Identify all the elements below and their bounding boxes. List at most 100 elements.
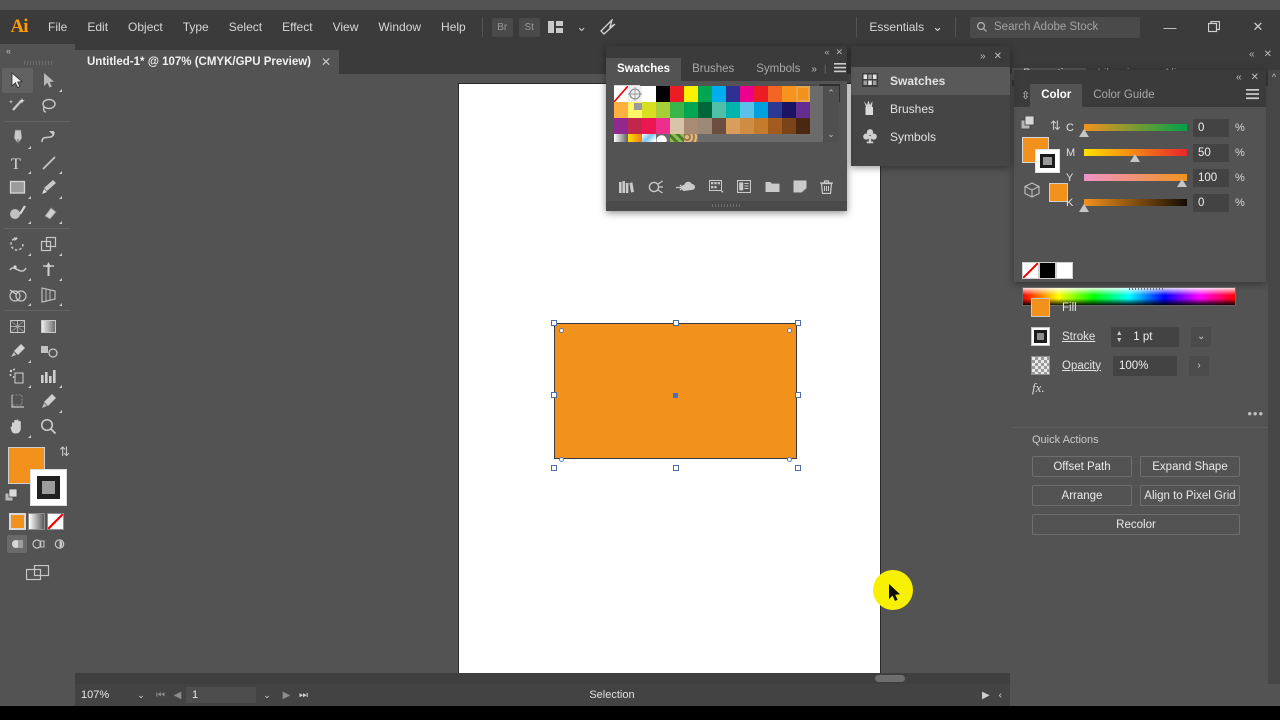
draw-behind-mode[interactable] — [28, 535, 48, 553]
swatch-cell[interactable] — [684, 118, 698, 134]
tab-swatches[interactable]: Swatches — [606, 58, 681, 81]
scroll-up-icon[interactable]: ⌃ — [827, 88, 835, 99]
stroke-weight-stepper[interactable]: ▲▼ 1 pt — [1111, 327, 1179, 347]
tool-perspective-grid[interactable] — [33, 282, 64, 307]
fill-stroke-toggle-icon[interactable] — [1021, 116, 1036, 135]
swatches-scrollbar[interactable]: ⌃ ⌄ — [823, 86, 839, 142]
menu-view[interactable]: View — [323, 10, 369, 44]
swatch-cell[interactable] — [782, 86, 796, 102]
document-tab[interactable]: Untitled-1* @ 107% (CMYK/GPU Preview) ✕ — [75, 50, 339, 74]
menu-type[interactable]: Type — [173, 10, 219, 44]
delete-swatch-icon[interactable] — [820, 180, 833, 199]
dock-close-icon[interactable]: ✕ — [994, 51, 1002, 62]
minimize-button[interactable]: — — [1148, 10, 1192, 44]
tool-magic-wand[interactable] — [2, 93, 33, 118]
panel-menu-icon[interactable] — [1246, 89, 1259, 103]
zoom-level[interactable]: 107% — [75, 689, 130, 701]
toolbar-collapse-button[interactable]: « — [0, 44, 75, 58]
swatch-cell[interactable] — [768, 86, 782, 102]
anchor-top-right[interactable] — [787, 328, 792, 333]
prev-artboard-button[interactable]: ◀ — [169, 690, 186, 701]
opacity-checker-icon[interactable] — [1031, 356, 1050, 375]
swatch-options-icon[interactable] — [737, 180, 751, 198]
dock-expand-icon[interactable]: » — [980, 51, 986, 62]
slider-value-c[interactable]: 0 — [1193, 119, 1229, 137]
panel-dock-icon[interactable]: ⇳ — [1014, 89, 1030, 102]
handle-bottom-left[interactable] — [551, 465, 557, 471]
tool-free-transform[interactable] — [33, 257, 64, 282]
swatch-cell[interactable] — [726, 118, 740, 134]
color-fill-mode[interactable] — [9, 513, 26, 530]
tool-rotate[interactable] — [2, 232, 33, 257]
slider-value-y[interactable]: 100 — [1193, 169, 1229, 187]
change-screen-mode-icon[interactable] — [0, 565, 75, 582]
tab-color-guide[interactable]: Color Guide — [1082, 84, 1165, 107]
menu-select[interactable]: Select — [219, 10, 272, 44]
swatch-cell[interactable] — [712, 118, 726, 134]
tool-eraser[interactable] — [33, 200, 64, 225]
offset-path-button[interactable]: Offset Path — [1032, 456, 1132, 477]
align-to-pixel-grid-button[interactable]: Align to Pixel Grid — [1140, 485, 1240, 506]
swatch-cell[interactable] — [796, 102, 810, 118]
stroke-color-swatch[interactable] — [1031, 327, 1050, 346]
search-adobe-stock-input[interactable]: Search Adobe Stock — [970, 17, 1140, 38]
swatch-cell[interactable] — [768, 118, 782, 134]
slider-track-k[interactable] — [1084, 198, 1187, 207]
none-swatch[interactable] — [1022, 262, 1039, 279]
default-fill-stroke-icon[interactable] — [5, 489, 19, 508]
properties-collapse-icon[interactable]: « — [1249, 49, 1255, 60]
tool-column-graph[interactable] — [33, 364, 64, 389]
workspace-switcher[interactable]: Essentials ⌄ — [863, 19, 949, 35]
close-icon[interactable]: ✕ — [321, 55, 331, 69]
swatch-cell[interactable] — [628, 86, 642, 102]
swatches-resize-grip[interactable] — [606, 201, 847, 211]
white-swatch[interactable] — [1056, 262, 1073, 279]
swatches-close-icon[interactable]: ✕ — [835, 47, 843, 58]
last-artboard-button[interactable]: ⏭ — [295, 690, 312, 701]
tool-pen[interactable] — [2, 125, 33, 150]
swatches-titlebar[interactable]: « ✕ — [606, 46, 847, 58]
swatch-cell[interactable] — [754, 118, 768, 134]
swatch-cell[interactable] — [614, 134, 628, 142]
opacity-value[interactable]: 100% — [1113, 356, 1177, 376]
swatch-cell[interactable] — [642, 118, 656, 134]
tool-gradient[interactable] — [33, 314, 64, 339]
swatch-cell[interactable] — [754, 86, 768, 102]
dock-item-brushes[interactable]: Brushes — [851, 95, 1010, 123]
new-color-group-icon[interactable] — [765, 180, 780, 198]
tool-line-segment[interactable] — [33, 150, 64, 175]
tool-shaper[interactable] — [2, 200, 33, 225]
horizontal-scroll-thumb[interactable] — [875, 675, 905, 682]
swatch-cell[interactable] — [670, 118, 684, 134]
toolbar-grip[interactable] — [0, 58, 75, 68]
swatch-cell[interactable] — [614, 102, 628, 118]
tool-eyedropper[interactable] — [2, 339, 33, 364]
tool-mesh[interactable] — [2, 314, 33, 339]
tool-width[interactable] — [2, 257, 33, 282]
swatch-cell[interactable] — [698, 118, 712, 134]
swatch-cell[interactable] — [684, 134, 698, 142]
stroke-label[interactable]: Stroke — [1062, 331, 1095, 343]
opacity-options-icon[interactable]: › — [1189, 356, 1209, 376]
cube-icon[interactable] — [1024, 182, 1040, 203]
swatch-libraries-icon[interactable] — [619, 180, 635, 199]
tool-hand[interactable] — [2, 414, 33, 439]
swatch-cell[interactable] — [782, 102, 796, 118]
swatch-cell[interactable] — [656, 102, 670, 118]
swatch-cell[interactable] — [726, 86, 740, 102]
effects-button[interactable]: fx. — [1012, 380, 1280, 406]
dock-item-swatches[interactable]: Swatches — [851, 67, 1010, 95]
add-to-library-icon[interactable] — [676, 180, 695, 198]
swatches-collapse-icon[interactable]: « — [824, 47, 829, 57]
tool-scale[interactable] — [33, 232, 64, 257]
tool-rectangle[interactable] — [2, 175, 33, 200]
handle-bottom-center[interactable] — [673, 465, 679, 471]
swatch-cell[interactable] — [698, 102, 712, 118]
stock-button[interactable]: St — [519, 18, 540, 37]
status-menu-arrow-icon[interactable]: ▶ — [982, 690, 990, 701]
draw-normal-mode[interactable] — [7, 535, 27, 553]
recolor-button[interactable]: Recolor — [1032, 514, 1240, 535]
next-artboard-button[interactable]: ▶ — [278, 690, 295, 701]
swatch-cell[interactable] — [614, 118, 628, 134]
properties-panel-grip[interactable] — [1012, 284, 1280, 293]
